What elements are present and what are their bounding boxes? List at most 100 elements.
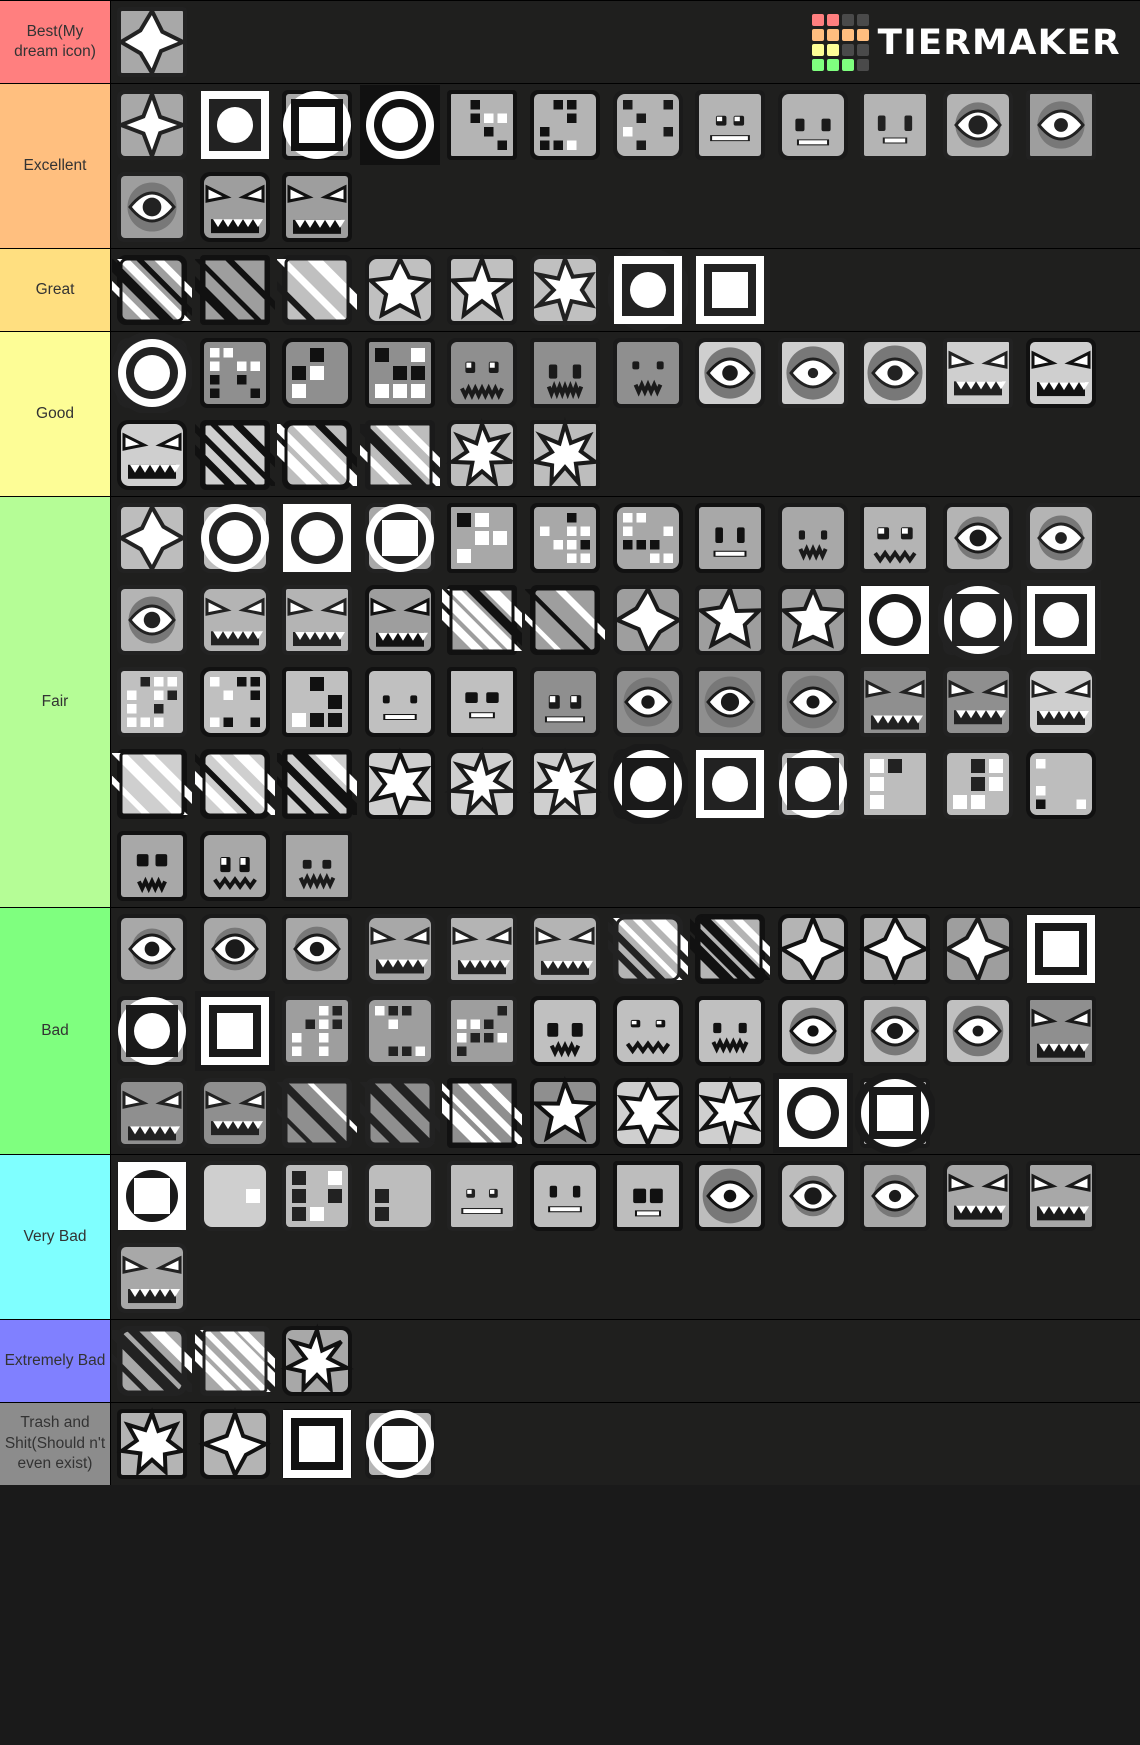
tier-item[interactable]	[111, 249, 194, 331]
tier-item[interactable]	[441, 661, 524, 743]
tier-item[interactable]	[276, 332, 359, 414]
tier-label-very-bad[interactable]: Very Bad	[0, 1155, 111, 1319]
tier-item[interactable]	[523, 990, 607, 1072]
tier-item[interactable]	[193, 1320, 277, 1402]
tier-item[interactable]	[276, 1320, 359, 1402]
tier-item[interactable]	[606, 908, 690, 990]
tier-label-great[interactable]: Great	[0, 249, 111, 331]
tier-item[interactable]	[689, 1072, 772, 1154]
tier-item[interactable]	[771, 908, 855, 990]
tier-items-very-bad[interactable]	[111, 1155, 1140, 1319]
tier-item[interactable]	[606, 249, 690, 331]
tier-item[interactable]	[193, 1155, 277, 1237]
tier-item[interactable]	[936, 579, 1020, 661]
tier-item[interactable]	[358, 1072, 442, 1154]
tier-item[interactable]	[689, 497, 772, 579]
tier-item[interactable]	[771, 1155, 855, 1237]
tier-item[interactable]	[111, 661, 194, 743]
tier-item[interactable]	[358, 1403, 442, 1485]
tier-item[interactable]	[441, 414, 524, 496]
tier-item[interactable]	[276, 166, 359, 248]
tier-item[interactable]	[441, 497, 524, 579]
tier-item[interactable]	[606, 743, 690, 825]
tier-item[interactable]	[111, 990, 194, 1072]
tier-item[interactable]	[1019, 1155, 1103, 1237]
tier-item[interactable]	[689, 990, 772, 1072]
tier-item[interactable]	[111, 414, 194, 496]
tier-item[interactable]	[1019, 743, 1103, 825]
tier-item[interactable]	[523, 661, 607, 743]
tier-item[interactable]	[276, 84, 359, 166]
tier-item[interactable]	[358, 743, 442, 825]
tier-item[interactable]	[441, 990, 524, 1072]
tier-item[interactable]	[523, 1155, 607, 1237]
tier-item[interactable]	[854, 579, 937, 661]
tier-item[interactable]	[854, 743, 937, 825]
tier-item[interactable]	[771, 497, 855, 579]
tier-items-good[interactable]	[111, 332, 1140, 496]
tier-item[interactable]	[276, 990, 359, 1072]
tier-item[interactable]	[111, 825, 194, 907]
tier-item[interactable]	[523, 1072, 607, 1154]
tier-item[interactable]	[523, 414, 607, 496]
tier-item[interactable]	[523, 497, 607, 579]
tier-item[interactable]	[854, 1072, 937, 1154]
tier-item[interactable]	[358, 908, 442, 990]
tier-item[interactable]	[358, 249, 442, 331]
tier-item[interactable]	[193, 497, 277, 579]
tier-items-trash[interactable]	[111, 1403, 1140, 1485]
tier-item[interactable]	[689, 249, 772, 331]
tier-item[interactable]	[441, 1072, 524, 1154]
tier-label-bad[interactable]: Bad	[0, 908, 111, 1154]
tier-item[interactable]	[276, 249, 359, 331]
tier-item[interactable]	[606, 661, 690, 743]
tier-item[interactable]	[936, 990, 1020, 1072]
tier-item[interactable]	[111, 1, 194, 83]
tier-item[interactable]	[1019, 332, 1103, 414]
tier-item[interactable]	[854, 497, 937, 579]
tier-item[interactable]	[276, 1155, 359, 1237]
tier-item[interactable]	[111, 332, 194, 414]
tier-item[interactable]	[358, 579, 442, 661]
tier-item[interactable]	[854, 332, 937, 414]
tier-item[interactable]	[441, 908, 524, 990]
tier-item[interactable]	[193, 579, 277, 661]
tier-item[interactable]	[771, 579, 855, 661]
tier-item[interactable]	[441, 579, 524, 661]
tier-item[interactable]	[441, 84, 524, 166]
tier-item[interactable]	[854, 661, 937, 743]
tier-item[interactable]	[523, 579, 607, 661]
tier-item[interactable]	[193, 84, 277, 166]
tier-items-great[interactable]	[111, 249, 1140, 331]
tier-item[interactable]	[193, 661, 277, 743]
tier-item[interactable]	[689, 743, 772, 825]
tier-item[interactable]	[276, 1072, 359, 1154]
tier-item[interactable]	[606, 579, 690, 661]
tier-item[interactable]	[441, 1155, 524, 1237]
tier-item[interactable]	[358, 990, 442, 1072]
tier-item[interactable]	[276, 661, 359, 743]
tier-item[interactable]	[193, 414, 277, 496]
tier-items-fair[interactable]	[111, 497, 1140, 907]
tier-item[interactable]	[1019, 990, 1103, 1072]
tier-item[interactable]	[276, 743, 359, 825]
tier-item[interactable]	[276, 1403, 359, 1485]
tier-item[interactable]	[111, 1155, 194, 1237]
tier-item[interactable]	[358, 332, 442, 414]
tier-item[interactable]	[771, 661, 855, 743]
tier-item[interactable]	[111, 497, 194, 579]
tier-item[interactable]	[523, 332, 607, 414]
tier-item[interactable]	[276, 908, 359, 990]
tier-item[interactable]	[606, 1155, 690, 1237]
tier-item[interactable]	[111, 743, 194, 825]
tier-item[interactable]	[193, 1403, 277, 1485]
tier-item[interactable]	[193, 825, 277, 907]
tier-item[interactable]	[936, 84, 1020, 166]
tier-item[interactable]	[689, 579, 772, 661]
tier-item[interactable]	[193, 908, 277, 990]
tier-item[interactable]	[1019, 497, 1103, 579]
tier-item[interactable]	[854, 84, 937, 166]
tier-item[interactable]	[771, 743, 855, 825]
tier-item[interactable]	[771, 84, 855, 166]
tier-item[interactable]	[276, 414, 359, 496]
